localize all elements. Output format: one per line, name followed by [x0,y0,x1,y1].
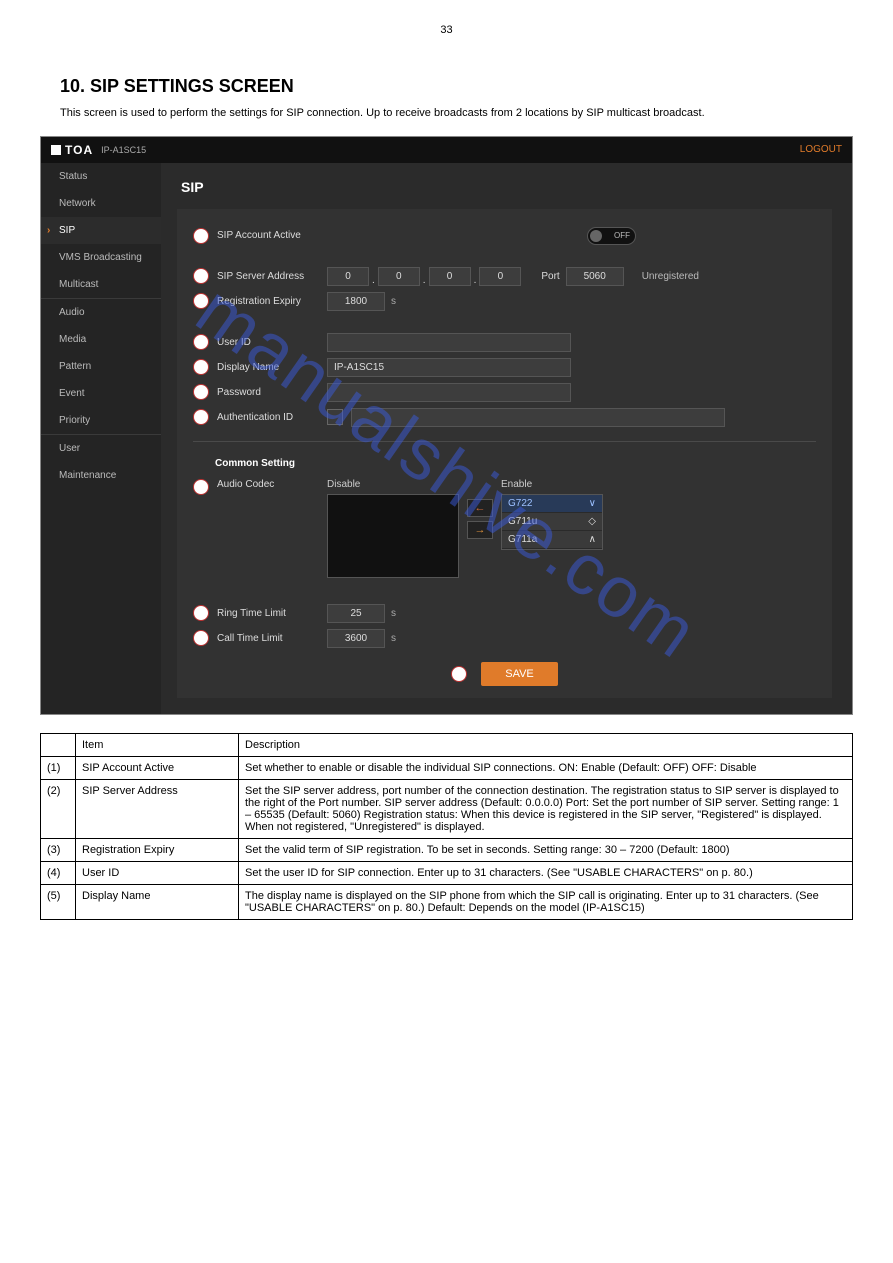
unit-s3: s [391,633,396,644]
sidebar-item-network[interactable]: Network [41,190,161,217]
call-input[interactable] [327,629,385,648]
password-input[interactable] [327,383,571,402]
table-row: (5) Display Name The display name is dis… [41,884,853,919]
cell-i1: SIP Account Active [76,756,239,779]
description-table: Item Description (1) SIP Account Active … [40,733,853,920]
table-row: (3) Registration Expiry Set the valid te… [41,838,853,861]
reg-expiry-label: Registration Expiry [217,296,327,307]
enable-label: Enable [501,479,603,490]
ring-input[interactable] [327,604,385,623]
disable-list[interactable] [327,494,459,578]
cell-d5: The display name is displayed on the SIP… [239,884,853,919]
sidebar-item-event[interactable]: Event [41,380,161,407]
cell-n4: (4) [41,861,76,884]
common-heading: Common Setting [215,458,816,469]
table-row: (4) User ID Set the user ID for SIP conn… [41,861,853,884]
sip-active-toggle[interactable]: OFF [587,227,636,245]
authid-checkbox[interactable] [327,409,343,425]
userid-input[interactable] [327,333,571,352]
marker-3 [193,293,209,309]
th-desc: Description [239,733,853,756]
marker-7 [193,409,209,425]
unit-s: s [391,296,396,307]
page-title: SIP [181,179,832,195]
authid-label: Authentication ID [217,412,327,423]
cell-d1: Set whether to enable or disable the ind… [239,756,853,779]
call-label: Call Time Limit [217,633,327,644]
cell-n1: (1) [41,756,76,779]
logout-link[interactable]: LOGOUT [800,144,842,155]
marker-save [451,666,467,682]
disable-label: Disable [327,479,459,490]
marker-9 [193,605,209,621]
cell-d3: Set the valid term of SIP registration. … [239,838,853,861]
authid-input[interactable] [351,408,725,427]
cell-i2: SIP Server Address [76,779,239,838]
sidebar-item-audio[interactable]: Audio [41,299,161,326]
cell-i4: User ID [76,861,239,884]
ip-octet-1[interactable] [327,267,369,286]
sidebar-item-vms[interactable]: VMS Broadcasting [41,244,161,271]
marker-5 [193,359,209,375]
sidebar-item-user[interactable]: User [41,435,161,462]
marker-1 [193,228,209,244]
section-title: 10. SIP SETTINGS SCREEN [60,76,833,97]
ip-octet-2[interactable] [378,267,420,286]
cell-n2: (2) [41,779,76,838]
ring-label: Ring Time Limit [217,608,327,619]
table-row: (1) SIP Account Active Set whether to en… [41,756,853,779]
codec-item-g722[interactable]: G722∨ [502,495,602,513]
cell-i5: Display Name [76,884,239,919]
cell-n3: (3) [41,838,76,861]
move-right-button[interactable]: → [467,521,493,539]
save-button[interactable]: SAVE [481,662,558,686]
sidebar: Status Network SIP VMS Broadcasting Mult… [41,163,161,714]
codec-item-g711a[interactable]: G711a∧ [502,531,602,549]
codec-label: Audio Codec [217,479,327,490]
cell-n5: (5) [41,884,76,919]
port-label: Port [541,271,559,282]
sidebar-item-priority[interactable]: Priority [41,407,161,434]
chevron-up-icon: ∧ [589,534,596,545]
server-label: SIP Server Address [217,271,327,282]
screenshot: TOA IP-A1SC15 LOGOUT Status Network SIP … [40,136,853,715]
th-item: Item [76,733,239,756]
marker-2 [193,268,209,284]
enable-list[interactable]: G722∨ G711u◇ G711a∧ [501,494,603,550]
cell-d4: Set the user ID for SIP connection. Ente… [239,861,853,884]
model-label: IP-A1SC15 [101,145,146,155]
reg-expiry-input[interactable] [327,292,385,311]
port-input[interactable] [566,267,624,286]
move-left-button[interactable]: ← [467,499,493,517]
marker-8 [193,479,209,495]
codec-item-g711u[interactable]: G711u◇ [502,513,602,531]
displayname-input[interactable] [327,358,571,377]
registration-status: Unregistered [642,271,699,282]
page-number: 33 [0,24,893,36]
sidebar-item-multicast[interactable]: Multicast [41,271,161,298]
marker-4 [193,334,209,350]
marker-10 [193,630,209,646]
cell-d2: Set the SIP server address, port number … [239,779,853,838]
userid-label: User ID [217,337,327,348]
table-row: (2) SIP Server Address Set the SIP serve… [41,779,853,838]
brand-logo: TOA [51,143,93,157]
displayname-label: Display Name [217,362,327,373]
section-body: This screen is used to perform the setti… [60,105,833,122]
th-num [41,733,76,756]
sip-active-label: SIP Account Active [217,230,327,241]
unit-s2: s [391,608,396,619]
sidebar-item-media[interactable]: Media [41,326,161,353]
marker-6 [193,384,209,400]
password-label: Password [217,387,327,398]
sort-icon: ◇ [588,516,596,527]
chevron-down-icon: ∨ [589,498,596,509]
sidebar-item-status[interactable]: Status [41,163,161,190]
sidebar-item-pattern[interactable]: Pattern [41,353,161,380]
ip-octet-4[interactable] [479,267,521,286]
sidebar-item-maintenance[interactable]: Maintenance [41,462,161,489]
sidebar-item-sip[interactable]: SIP [41,217,161,244]
cell-i3: Registration Expiry [76,838,239,861]
ip-octet-3[interactable] [429,267,471,286]
